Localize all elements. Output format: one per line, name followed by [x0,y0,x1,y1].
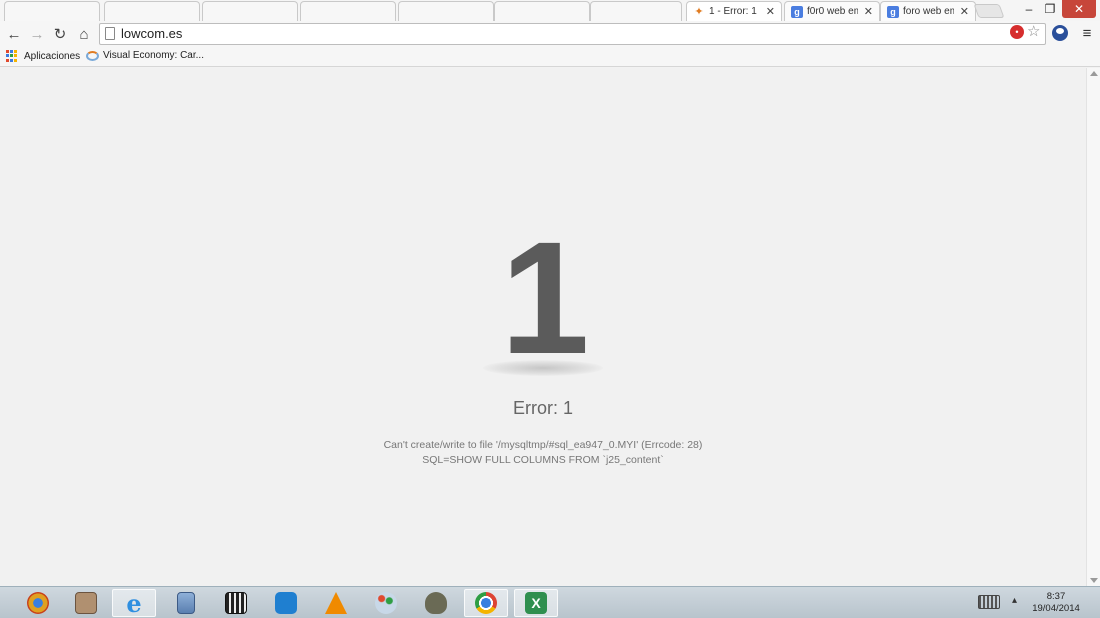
vlc-icon [325,592,347,614]
bookmark-label: Aplicaciones [24,50,81,62]
tab-label: f0r0 web em [807,6,858,17]
vertical-scrollbar[interactable] [1086,68,1100,586]
reload-button[interactable]: ↻ [50,24,70,44]
google-icon: g [791,5,803,18]
internet-explorer-icon: e [126,588,142,618]
number-shadow [483,360,603,376]
tab-blank[interactable] [4,1,100,21]
tab-blank[interactable] [104,1,200,21]
tab-blank[interactable] [494,1,590,21]
tab-label: 1 - Error: 1 [709,6,757,17]
close-icon[interactable]: ✕ [766,5,775,18]
windows-taskbar: e X ▴ 8:37 19/04/2014 [0,586,1100,618]
toolbar: ← → ↻ ⌂ lowcom.es • ☆ ≡ [0,21,1100,47]
scroll-up-icon[interactable] [1090,71,1098,76]
taskbar-chrome[interactable] [464,589,508,617]
tab-strip: ✦ 1 - Error: 1 ✕ g f0r0 web em ✕ g foro … [0,0,1100,21]
visual-economy-icon [86,50,99,61]
error-code-number: 1 [500,208,590,387]
close-icon[interactable]: ✕ [960,5,969,18]
taskbar-calculator[interactable] [164,589,208,617]
tab-blank[interactable] [590,1,682,21]
keyboard-icon[interactable] [978,595,1000,609]
error-message: Can't create/write to file '/mysqltmp/#s… [0,438,1086,468]
paint-icon [375,592,397,614]
address-bar[interactable]: lowcom.es [99,23,1046,45]
taskbar-vlc[interactable] [314,589,358,617]
bookmark-label: Visual Economy: Car... [103,50,204,61]
tab-f0r0-web[interactable]: g f0r0 web em ✕ [784,1,880,21]
clock-time: 8:37 [1046,591,1066,602]
window-close-button[interactable]: ✕ [1062,0,1096,18]
chrome-menu-button[interactable]: ≡ [1078,23,1096,43]
joomla-icon: ✦ [694,6,704,18]
chrome-icon [475,592,497,614]
tab-foro-web[interactable]: g foro web em ✕ [880,1,976,21]
taskbar-file-manager[interactable] [64,589,108,617]
tray-expand-icon[interactable]: ▴ [1012,595,1017,606]
google-icon: g [887,5,899,18]
taskbar-gimp[interactable] [414,589,458,617]
taskbar-internet-explorer[interactable]: e [112,588,156,618]
taskbar-excel[interactable]: X [514,589,558,617]
taskbar-paint[interactable] [364,589,408,617]
home-icon: ⌂ [79,25,89,43]
tab-error-1[interactable]: ✦ 1 - Error: 1 ✕ [686,1,782,21]
reload-icon: ↻ [53,26,67,43]
hamburger-icon: ≡ [1082,24,1092,42]
clock-date: 19/04/2014 [1032,603,1080,614]
extension-icon[interactable]: • [1010,25,1024,39]
tab-blank[interactable] [300,1,396,21]
error-title: Error: 1 [512,398,573,418]
tab-label: foro web em [903,6,954,17]
error-message-line: SQL=SHOW FULL COLUMNS FROM `j25_content` [422,454,664,466]
restore-button[interactable]: ❐ [1040,0,1060,18]
system-clock[interactable]: 8:37 19/04/2014 [1028,591,1084,615]
forward-button[interactable]: → [27,24,47,44]
tab-blank[interactable] [202,1,298,21]
tab-blank[interactable] [398,1,494,21]
file-manager-icon [75,592,97,614]
teamviewer-icon [275,592,297,614]
close-icon[interactable]: ✕ [864,5,873,18]
bookmarks-bar: Aplicaciones Visual Economy: Car... [0,47,1100,67]
apps-icon [6,50,18,62]
error-message-line: Can't create/write to file '/mysqltmp/#s… [383,439,703,451]
home-button[interactable]: ⌂ [74,24,94,44]
calculator-icon [177,592,195,614]
page-content: 1 Error: 1 Can't create/write to file '/… [0,68,1086,586]
chrome-canary-icon [27,592,49,614]
arrow-right-icon: → [29,25,45,43]
back-button[interactable]: ← [4,24,24,44]
scroll-down-icon[interactable] [1090,578,1098,583]
bookmark-aplicaciones[interactable]: Aplicaciones [6,50,80,62]
arrow-left-icon: ← [6,25,22,43]
gimp-icon [425,592,447,614]
minimize-button[interactable]: – [1020,0,1038,18]
taskbar-movie-maker[interactable] [214,589,258,617]
user-extension-icon[interactable] [1052,25,1068,41]
excel-icon: X [525,592,547,614]
taskbar-teamviewer[interactable] [264,589,308,617]
page-icon [105,27,115,40]
movie-maker-icon [225,592,247,614]
bookmark-visual-economy[interactable]: Visual Economy: Car... [86,50,204,61]
bookmark-star-icon[interactable]: ☆ [1027,22,1040,40]
address-url[interactable]: lowcom.es [121,26,182,41]
taskbar-chrome-canary[interactable] [16,589,60,617]
new-tab-button[interactable] [973,4,1005,18]
